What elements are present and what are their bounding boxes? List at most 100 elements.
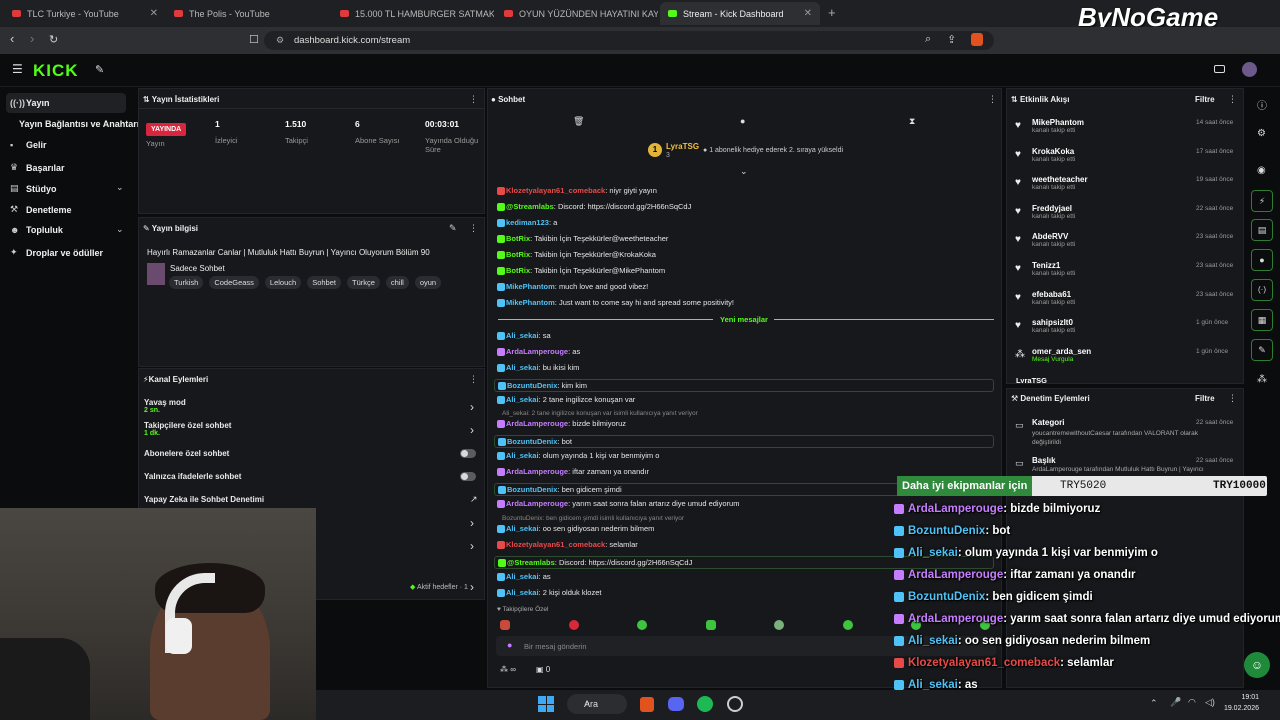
chat-username[interactable]: BozuntuDenix [507, 437, 557, 446]
browser-tab[interactable]: 15.000 TL HAMBURGER SATMAK - Yo [332, 2, 494, 25]
chevron-down-icon[interactable]: ⌄ [116, 182, 124, 193]
clock-date[interactable]: 19.02.2026 [1219, 705, 1259, 712]
browser-tab[interactable]: The Polis - YouTube [166, 2, 328, 25]
microphone-icon[interactable]: 🎤 [1170, 697, 1181, 708]
chevron-right-icon[interactable]: › [470, 516, 474, 530]
chat-username[interactable]: Ali_sekai [506, 588, 539, 597]
chat-message[interactable]: BotRix: Takibin İçin Teşekkürler@KrokaKo… [497, 250, 656, 260]
external-link-icon[interactable]: ↗ [470, 494, 478, 505]
events-filter-button[interactable]: Filtre [1195, 95, 1215, 104]
sidebar-item-stream[interactable]: ((·)) Yayın [6, 93, 126, 113]
chat-username[interactable]: ArdaLamperouge [506, 347, 568, 356]
emote-icon[interactable] [774, 620, 785, 630]
chat-username[interactable]: MikePhantom [506, 282, 555, 291]
event-item[interactable]: AbdeRVV kanalı takip etti 23 saat önce [1032, 232, 1233, 248]
edit-icon[interactable]: ✎ [449, 223, 457, 234]
bookmark-icon[interactable]: ☐ [249, 33, 259, 46]
bolt-icon[interactable]: ⚡ [1251, 190, 1273, 212]
chat-username[interactable]: ArdaLamperouge [506, 499, 568, 508]
chat-username[interactable]: BozuntuDenix [507, 485, 557, 494]
more-icon[interactable]: ⋮ [469, 223, 478, 234]
browser-tab[interactable]: OYUN YÜZÜNDEN HAYATINI KAYBET [496, 2, 658, 25]
url-input[interactable]: dashboard.kick.com/stream [264, 31, 994, 50]
chat-message[interactable]: BotRix: Takibin İçin Teşekkürler@MikePha… [497, 266, 665, 276]
emote-icon[interactable] [705, 620, 716, 630]
sidebar-item-revenue[interactable]: ▪ Gelir [10, 140, 47, 150]
infinity-icon[interactable]: ⁂ ∞ [500, 665, 516, 674]
live-mode-icon[interactable] [1214, 65, 1225, 73]
chat-username[interactable]: Ali_sekai [506, 331, 539, 340]
chat-message[interactable]: Ali_sekai: olum yayında 1 kişi var benmi… [497, 451, 659, 461]
browser-tab-active[interactable]: Stream - Kick Dashboard ✕ [660, 2, 820, 25]
chat-icon[interactable]: ● [1251, 249, 1273, 271]
close-icon[interactable]: ✕ [150, 8, 158, 19]
emote-icon[interactable] [568, 620, 579, 630]
brave-shield-icon[interactable] [971, 33, 983, 46]
site-info-icon[interactable]: ⚙ [276, 35, 284, 46]
chat-username[interactable]: BozuntuDenix [507, 381, 557, 390]
event-item[interactable]: omer_arda_sen Mesaj Vurgula 1 gün önce [1032, 347, 1232, 363]
sidebar-item-drops[interactable]: ✦ Droplar ve ödüller [10, 247, 103, 258]
sidebar-item-achievements[interactable]: ♛ Başarılar [10, 162, 65, 173]
more-icon[interactable]: ⋮ [469, 374, 478, 385]
ai-moderation-action[interactable]: Yapay Zeka ile Sohbet Denetimi [144, 495, 264, 504]
chat-username[interactable]: MikePhantom [506, 298, 555, 307]
tag[interactable]: Turkish [169, 276, 204, 289]
forward-icon[interactable]: › [30, 31, 34, 46]
chat-username[interactable]: BotRix [506, 234, 530, 243]
chat-username[interactable]: Ali_sekai [506, 524, 539, 533]
chat-username[interactable]: ArdaLamperouge [506, 419, 568, 428]
chat-message[interactable]: Ali_sekai: as [497, 572, 551, 582]
obs-icon[interactable] [727, 696, 743, 712]
tag[interactable]: CodeGeass [209, 276, 259, 289]
close-icon[interactable]: ✕ [804, 8, 812, 19]
chat-username[interactable]: Klozetyalayan61_comeback [506, 540, 605, 549]
slow-mode-action[interactable]: Yavaş mod 2 sn. [144, 398, 186, 414]
chat-username[interactable]: kediman123 [506, 218, 549, 227]
chat-username[interactable]: @Streamlabs [506, 202, 554, 211]
chat-username[interactable]: ArdaLamperouge [506, 467, 568, 476]
emote-icon[interactable] [842, 620, 853, 630]
chat-message[interactable]: MikePhantom: much love and good vibez! [497, 282, 648, 292]
chat-message[interactable]: BozuntuDenix: bot [494, 435, 994, 448]
tag[interactable]: Sohbet [307, 276, 341, 289]
hourglass-icon[interactable]: ⧗ [909, 116, 915, 127]
tag[interactable]: Türkçe [346, 276, 380, 289]
discord-icon[interactable] [668, 697, 684, 711]
chat-username[interactable]: Ali_sekai [506, 363, 539, 372]
more-icon[interactable]: ⋮ [988, 94, 997, 105]
reload-icon[interactable]: ↻ [49, 33, 58, 46]
chat-message[interactable]: MikePhantom: Just want to come say hi an… [497, 298, 734, 308]
points-display[interactable]: ▣ 0 [536, 665, 550, 674]
support-chat-icon[interactable]: ☺ [1244, 652, 1270, 678]
chevron-down-icon[interactable]: ⌄ [116, 224, 124, 235]
chat-message[interactable]: Ali_sekai: oo sen gidiyosan nederim bilm… [497, 524, 654, 534]
more-icon[interactable]: ⋮ [1228, 393, 1237, 404]
camera-icon[interactable]: ◉ [1257, 165, 1266, 176]
chat-message[interactable]: @Streamlabs: Discord: https://discord.gg… [497, 202, 691, 212]
clipboard-icon[interactable]: ▤ [1251, 219, 1273, 241]
chat-message[interactable]: Ali_sekai: 2 kişi olduk klozet [497, 588, 601, 598]
sidebar-item-moderation[interactable]: ⚒ Denetleme [10, 204, 72, 215]
new-tab-icon[interactable]: + [828, 5, 836, 20]
pin-icon[interactable]: ✎ [95, 63, 104, 76]
chat-message[interactable]: Ali_sekai: sa [497, 331, 551, 341]
more-icon[interactable]: ⋮ [1228, 94, 1237, 105]
settings-icon[interactable]: ⚙ [1257, 128, 1266, 139]
more-icon[interactable]: ⋮ [469, 94, 478, 105]
zoom-icon[interactable]: ⌕ [925, 33, 931, 46]
chevron-right-icon[interactable]: › [470, 580, 474, 594]
active-goals[interactable]: ◆ Aktif hedefler · 1 [410, 583, 468, 591]
event-item[interactable]: Freddyjael kanalı takip etti 22 saat önce [1032, 204, 1233, 220]
emote-only-toggle[interactable] [460, 472, 476, 481]
menu-icon[interactable]: ☰ [12, 62, 23, 76]
avatar[interactable] [1242, 62, 1257, 77]
event-item[interactable]: efebaba61 kanalı takip etti 23 saat önce [1032, 290, 1233, 306]
clock-time[interactable]: 19:01 [1219, 694, 1259, 701]
chevron-right-icon[interactable]: › [470, 400, 474, 414]
windows-start-icon[interactable] [538, 696, 554, 712]
trash-icon[interactable]: 🗑 [573, 116, 584, 127]
event-item[interactable]: weetheteacher kanalı takip etti 19 saat ön… [1032, 175, 1233, 191]
more-tools-icon[interactable]: ⁂ [1257, 374, 1267, 385]
tag[interactable]: oyun [414, 276, 442, 289]
